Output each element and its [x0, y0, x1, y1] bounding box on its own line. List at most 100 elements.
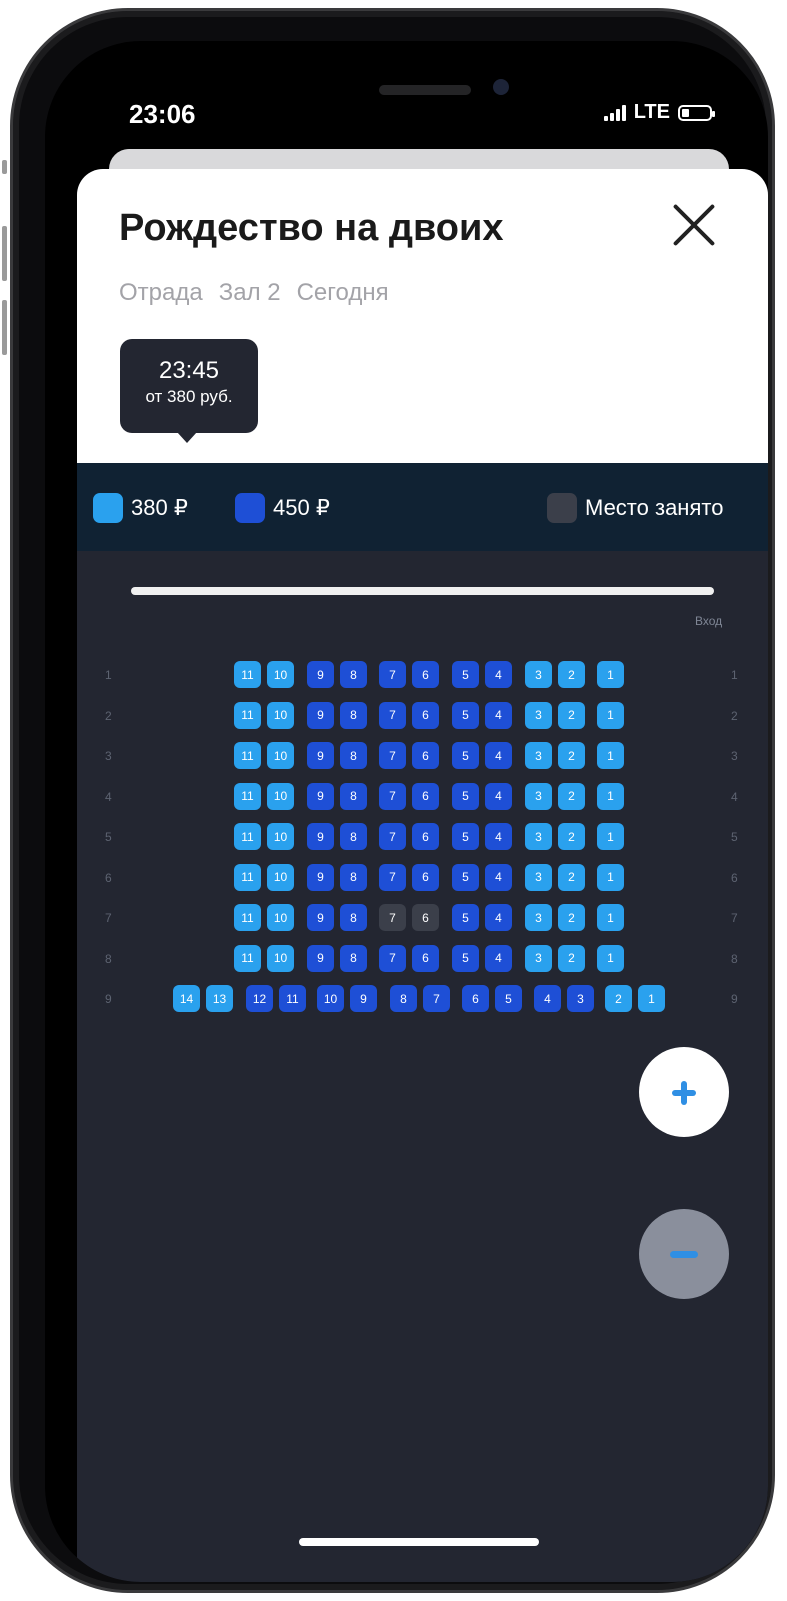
seat[interactable]: 1	[638, 985, 665, 1012]
seat[interactable]: 10	[267, 661, 294, 688]
seat[interactable]: 3	[525, 823, 552, 850]
seat[interactable]: 10	[267, 823, 294, 850]
seat[interactable]: 11	[279, 985, 306, 1012]
seat[interactable]: 1	[597, 782, 624, 810]
seat[interactable]: 6	[412, 863, 439, 891]
seat[interactable]: 8	[340, 863, 367, 891]
seat[interactable]: 6	[412, 823, 439, 850]
seat[interactable]: 2	[558, 742, 585, 769]
seat[interactable]: 6	[462, 985, 489, 1012]
seat[interactable]: 5	[452, 863, 479, 891]
seat[interactable]: 9	[350, 985, 377, 1012]
seat[interactable]: 4	[485, 823, 512, 850]
seat[interactable]: 7	[379, 701, 406, 729]
seat[interactable]: 6	[412, 742, 439, 769]
seat[interactable]: 9	[307, 701, 334, 729]
seat[interactable]: 4	[485, 782, 512, 810]
seat[interactable]: 6	[412, 661, 439, 688]
seat[interactable]: 11	[234, 904, 261, 931]
seat[interactable]: 1	[597, 944, 624, 972]
seat[interactable]: 2	[558, 701, 585, 729]
seat[interactable]: 8	[340, 742, 367, 769]
seat[interactable]: 9	[307, 904, 334, 931]
seat[interactable]: 2	[558, 863, 585, 891]
seat[interactable]: 2	[558, 944, 585, 972]
seat[interactable]: 2	[558, 904, 585, 931]
seat[interactable]: 3	[525, 944, 552, 972]
seat[interactable]: 14	[173, 985, 200, 1012]
seat[interactable]: 5	[452, 661, 479, 688]
seat[interactable]: 7	[379, 661, 406, 688]
seat[interactable]: 8	[340, 701, 367, 729]
seat[interactable]: 4	[485, 944, 512, 972]
seat[interactable]: 1	[597, 661, 624, 688]
seat[interactable]: 3	[567, 985, 594, 1012]
seat[interactable]: 12	[246, 985, 273, 1012]
session-time-chip[interactable]: 23:45 от 380 руб.	[120, 339, 258, 443]
seat[interactable]: 5	[452, 701, 479, 729]
seat[interactable]: 4	[485, 863, 512, 891]
seat[interactable]: 6	[412, 701, 439, 729]
seat[interactable]: 1	[597, 701, 624, 729]
close-icon[interactable]	[669, 199, 721, 251]
seat[interactable]: 8	[340, 823, 367, 850]
seat[interactable]: 5	[452, 944, 479, 972]
seat[interactable]: 3	[525, 782, 552, 810]
seat[interactable]: 7	[379, 782, 406, 810]
seat[interactable]: 5	[452, 782, 479, 810]
seat[interactable]: 4	[485, 742, 512, 769]
seat[interactable]: 6	[412, 782, 439, 810]
seat[interactable]: 10	[267, 742, 294, 769]
seat[interactable]: 11	[234, 863, 261, 891]
seat[interactable]: 7	[423, 985, 450, 1012]
seat[interactable]: 2	[558, 782, 585, 810]
seat[interactable]: 8	[390, 985, 417, 1012]
seat[interactable]: 1	[597, 863, 624, 891]
seat[interactable]: 10	[267, 904, 294, 931]
seat[interactable]: 3	[525, 742, 552, 769]
seat[interactable]: 8	[340, 661, 367, 688]
seat[interactable]: 11	[234, 782, 261, 810]
seat[interactable]: 7	[379, 742, 406, 769]
seat[interactable]: 11	[234, 701, 261, 729]
seat[interactable]: 3	[525, 701, 552, 729]
seat[interactable]: 7	[379, 863, 406, 891]
seat[interactable]: 9	[307, 742, 334, 769]
seat[interactable]: 3	[525, 661, 552, 688]
seat[interactable]: 10	[267, 863, 294, 891]
seat[interactable]: 10	[267, 944, 294, 972]
seat[interactable]: 8	[340, 782, 367, 810]
seat[interactable]: 11	[234, 661, 261, 688]
zoom-in-button[interactable]	[639, 1047, 729, 1137]
seat[interactable]: 5	[452, 904, 479, 931]
seat[interactable]: 5	[452, 823, 479, 850]
seat[interactable]: 13	[206, 985, 233, 1012]
seat[interactable]: 9	[307, 863, 334, 891]
seat[interactable]: 8	[340, 904, 367, 931]
seat[interactable]: 9	[307, 782, 334, 810]
seat[interactable]: 2	[605, 985, 632, 1012]
seat[interactable]: 4	[485, 661, 512, 688]
seat[interactable]: 6	[412, 944, 439, 972]
seat[interactable]: 1	[597, 823, 624, 850]
seat[interactable]: 2	[558, 661, 585, 688]
seat[interactable]: 10	[317, 985, 344, 1012]
zoom-out-button[interactable]	[639, 1209, 729, 1299]
seat[interactable]: 9	[307, 944, 334, 972]
seat[interactable]: 2	[558, 823, 585, 850]
seat[interactable]: 9	[307, 823, 334, 850]
seat[interactable]: 5	[452, 742, 479, 769]
seat[interactable]: 5	[495, 985, 522, 1012]
seat[interactable]: 11	[234, 823, 261, 850]
seat[interactable]: 8	[340, 944, 367, 972]
seat[interactable]: 11	[234, 742, 261, 769]
seat[interactable]: 7	[379, 944, 406, 972]
seat[interactable]: 4	[485, 904, 512, 931]
seat[interactable]: 1	[597, 742, 624, 769]
seat[interactable]: 3	[525, 904, 552, 931]
seat[interactable]: 1	[597, 904, 624, 931]
seat[interactable]: 4	[485, 701, 512, 729]
seat[interactable]: 10	[267, 701, 294, 729]
seat[interactable]: 9	[307, 661, 334, 688]
seat[interactable]: 11	[234, 944, 261, 972]
